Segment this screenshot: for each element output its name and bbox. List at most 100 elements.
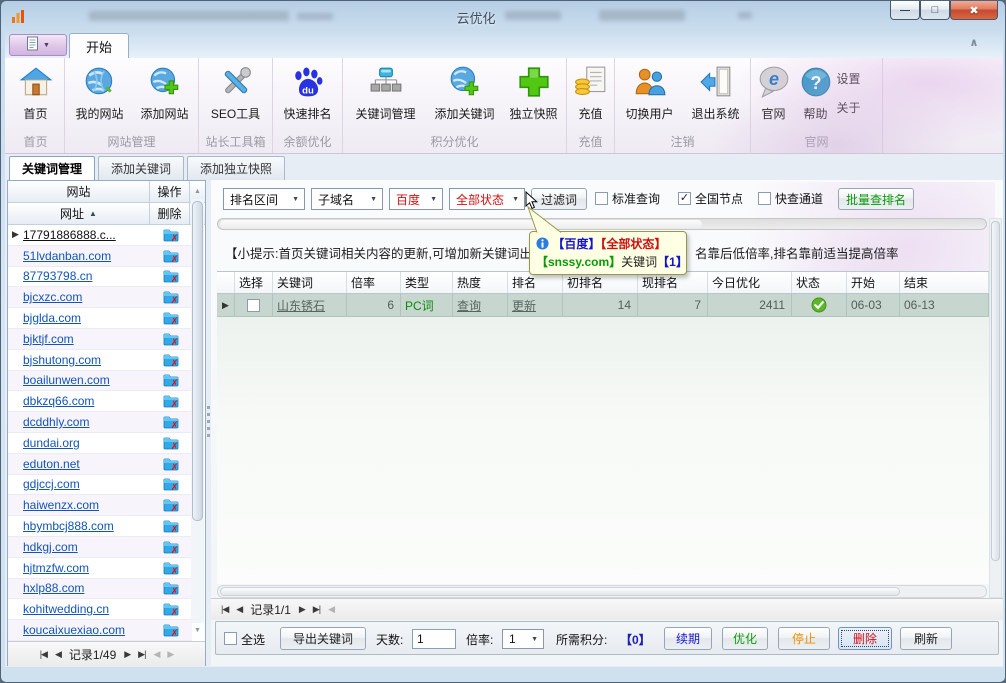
delete-website-button[interactable]: ✗ xyxy=(150,540,192,554)
delete-website-button[interactable]: ✗ xyxy=(150,436,192,450)
subdomain-dropdown[interactable]: 子域名 ▼ xyxy=(311,188,383,210)
maximize-button[interactable]: □ xyxy=(920,1,950,20)
website-row[interactable]: 17791886888.c... ✗ xyxy=(8,225,192,246)
switch-user-button[interactable]: 切换用户 xyxy=(617,62,683,133)
sidebar-scrollbar-thumb[interactable] xyxy=(192,201,203,521)
website-link[interactable]: bjktjf.com xyxy=(23,332,150,346)
tab-add-standalone-snapshot[interactable]: 添加独立快照 xyxy=(187,156,285,180)
website-row[interactable]: hjtmzfw.com ✗ xyxy=(8,558,192,579)
website-row[interactable]: dcddhly.com ✗ xyxy=(8,412,192,433)
batch-check-rank-button[interactable]: 批量查排名 xyxy=(838,188,914,210)
website-row[interactable]: bjktjf.com ✗ xyxy=(8,329,192,350)
delete-website-button[interactable]: ✗ xyxy=(150,519,192,533)
titlebar[interactable]: 云优化 — □ ✖ xyxy=(1,1,1005,31)
delete-website-button[interactable]: ✗ xyxy=(150,602,192,616)
collapse-ribbon-button[interactable]: ∧ xyxy=(963,37,985,52)
delete-website-button[interactable]: ✗ xyxy=(150,394,192,408)
delete-website-button[interactable]: ✗ xyxy=(150,269,192,283)
keyword-management-button[interactable]: 关键词管理 xyxy=(345,62,427,133)
website-row[interactable]: dbkzq66.com ✗ xyxy=(8,391,192,412)
quick-check-channel-checkbox[interactable]: 快查通道 xyxy=(758,190,823,207)
table-horizontal-scrollbar[interactable] xyxy=(217,585,987,598)
column-header[interactable]: 状态 xyxy=(792,272,847,293)
last-page-button[interactable]: ▶| xyxy=(138,649,145,660)
column-header[interactable]: 初排名 xyxy=(563,272,638,293)
days-input[interactable] xyxy=(412,629,456,649)
recharge-button[interactable]: 充值 xyxy=(568,62,614,133)
website-row[interactable]: hxlp88.com ✗ xyxy=(8,579,192,600)
website-row[interactable]: 87793798.cn ✗ xyxy=(8,267,192,288)
home-button[interactable]: 首页 xyxy=(9,62,63,133)
website-row[interactable]: dundai.org ✗ xyxy=(8,433,192,454)
delete-website-button[interactable]: ✗ xyxy=(150,457,192,471)
select-all-checkbox[interactable] xyxy=(224,632,237,645)
table-vertical-scrollbar[interactable] xyxy=(989,218,1002,598)
website-link[interactable]: hdkgj.com xyxy=(23,540,150,554)
delete-website-button[interactable]: ✗ xyxy=(150,249,192,263)
website-link[interactable]: dcddhly.com xyxy=(23,415,150,429)
website-link[interactable]: koucaixuexiao.com xyxy=(23,623,150,637)
website-link[interactable]: hxlp88.com xyxy=(23,581,150,595)
website-row[interactable]: koucaixuexiao.com ✗ xyxy=(8,620,192,641)
last-page-button[interactable]: ▶| xyxy=(313,604,320,615)
column-header[interactable]: 排名 xyxy=(508,272,563,293)
website-row[interactable]: hbymbcj888.com ✗ xyxy=(8,516,192,537)
website-row[interactable]: boailunwen.com ✗ xyxy=(8,371,192,392)
export-keywords-button[interactable]: 导出关键词 xyxy=(280,627,366,650)
toolbar-scrollbar-thumb[interactable] xyxy=(220,220,702,228)
delete-website-button[interactable]: ✗ xyxy=(150,290,192,304)
website-link[interactable]: hjtmzfw.com xyxy=(23,561,150,575)
website-row[interactable]: eduton.net ✗ xyxy=(8,454,192,475)
tab-add-keywords[interactable]: 添加关键词 xyxy=(98,156,184,180)
app-menu-button[interactable]: ▼ xyxy=(9,34,67,56)
refresh-button[interactable]: 刷新 xyxy=(900,627,952,650)
close-button[interactable]: ✖ xyxy=(950,1,998,20)
column-header-url[interactable]: 网址 ▲ xyxy=(8,203,150,224)
prev-page-button[interactable]: ◀ xyxy=(55,649,61,660)
delete-website-button[interactable]: ✗ xyxy=(150,581,192,595)
website-row[interactable]: bjshutong.com ✗ xyxy=(8,350,192,371)
column-header[interactable]: 倍率 xyxy=(347,272,401,293)
stop-button[interactable]: 停止 xyxy=(778,627,830,650)
website-row[interactable]: haiwenzx.com ✗ xyxy=(8,495,192,516)
column-header-site[interactable]: 网站 xyxy=(8,181,150,202)
delete-website-button[interactable]: ✗ xyxy=(150,477,192,491)
column-header[interactable]: 结束 xyxy=(900,272,989,293)
search-engine-dropdown[interactable]: 百度 ▼ xyxy=(389,188,443,210)
status-dropdown[interactable]: 全部状态 ▼ xyxy=(449,188,525,210)
add-keyword-button[interactable]: 添加关键词 xyxy=(427,62,503,133)
delete-website-button[interactable]: ✗ xyxy=(150,561,192,575)
official-site-button[interactable]: e 官网 xyxy=(753,62,795,133)
website-link[interactable]: eduton.net xyxy=(23,457,150,471)
ribbon-tab-start[interactable]: 开始 xyxy=(69,33,129,58)
first-page-button[interactable]: |◀ xyxy=(40,649,47,660)
website-link[interactable]: 51lvdanban.com xyxy=(23,249,150,263)
rate-dropdown[interactable]: 1 ▼ xyxy=(502,629,544,649)
website-link[interactable]: kohitwedding.cn xyxy=(23,602,150,616)
scroll-down-icon[interactable]: ▼ xyxy=(192,625,203,637)
add-site-button[interactable]: 添加网站 xyxy=(133,62,197,133)
delete-website-button[interactable]: ✗ xyxy=(150,311,192,325)
column-header-action[interactable]: 操作 xyxy=(150,181,190,202)
seo-tools-button[interactable]: SEO工具 xyxy=(201,62,271,133)
delete-website-button[interactable]: ✗ xyxy=(150,373,192,387)
delete-website-button[interactable]: ✗ xyxy=(150,353,192,367)
column-header[interactable]: 今日优化 xyxy=(708,272,792,293)
column-header[interactable]: 关键词 xyxy=(273,272,347,293)
website-link[interactable]: bjglda.com xyxy=(23,311,150,325)
delete-website-button[interactable]: ✗ xyxy=(150,415,192,429)
column-header[interactable]: 类型 xyxy=(401,272,453,293)
website-link[interactable]: 87793798.cn xyxy=(23,269,150,283)
next-page-button[interactable]: ▶ xyxy=(124,649,130,660)
website-link[interactable]: boailunwen.com xyxy=(23,373,150,387)
horizontal-scrollbar-thum[interactable] xyxy=(220,587,900,596)
website-link[interactable]: 17791886888.c... xyxy=(23,228,150,242)
row-select-checkbox[interactable] xyxy=(247,299,260,312)
delete-website-button[interactable]: ✗ xyxy=(150,498,192,512)
vertical-scrollbar-thumb[interactable] xyxy=(991,221,1000,561)
website-row[interactable]: bjcxzc.com ✗ xyxy=(8,287,192,308)
website-link[interactable]: dbkzq66.com xyxy=(23,394,150,408)
renew-button[interactable]: 续期 xyxy=(664,627,712,650)
keyword-link[interactable]: 山东锈石 xyxy=(277,297,325,314)
my-sites-button[interactable]: 我的网站 xyxy=(67,62,133,133)
